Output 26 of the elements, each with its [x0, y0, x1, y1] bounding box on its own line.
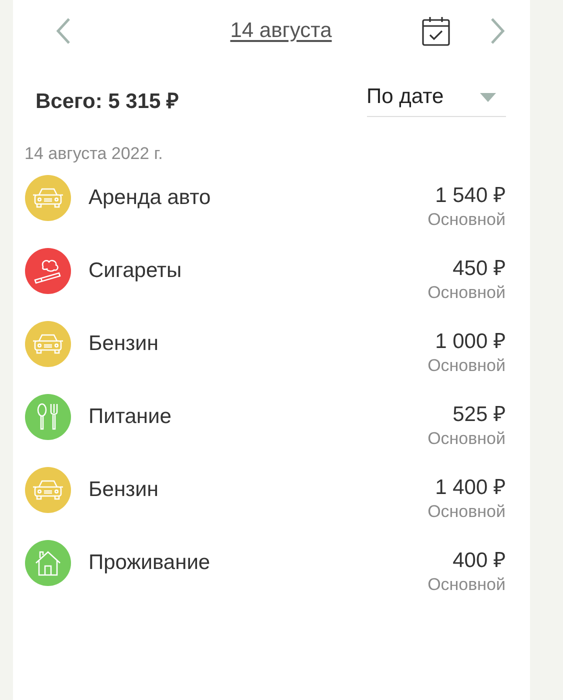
- expense-amount: 400 ₽: [452, 548, 506, 572]
- account-name: Основной: [428, 574, 506, 594]
- expense-amount: 1 540 ₽: [435, 182, 506, 208]
- expense-amount: 450 ₽: [452, 256, 506, 280]
- expense-amount: 525 ₽: [452, 402, 506, 426]
- expense-name: Проживание: [88, 550, 212, 574]
- next-icon[interactable]: [490, 17, 506, 45]
- expense-name: Сигареты: [88, 258, 183, 282]
- expense-name: Бензин: [88, 478, 160, 502]
- expense-amount: 1 000 ₽: [435, 328, 506, 354]
- sort-dropdown[interactable]: По дате: [366, 82, 506, 117]
- total-amount: Всего: 5 315 ₽: [36, 88, 179, 114]
- account-name: Основной: [428, 210, 506, 230]
- previous-icon[interactable]: [54, 17, 70, 45]
- group-date: 14 августа 2022 г.: [24, 144, 164, 164]
- account-name: Основной: [428, 428, 506, 448]
- date-link[interactable]: 14 августа: [140, 19, 422, 43]
- dropdown-arrow-icon: [480, 92, 496, 102]
- account-name: Основной: [428, 356, 506, 376]
- expense-name: Аренда авто: [88, 186, 212, 210]
- account-name: Основной: [428, 282, 506, 302]
- expense-name: Питание: [88, 404, 172, 428]
- expense-name: Бензин: [88, 332, 160, 356]
- calendar-icon[interactable]: [422, 16, 450, 46]
- expense-amount: 1 400 ₽: [435, 474, 506, 500]
- account-name: Основной: [428, 502, 506, 522]
